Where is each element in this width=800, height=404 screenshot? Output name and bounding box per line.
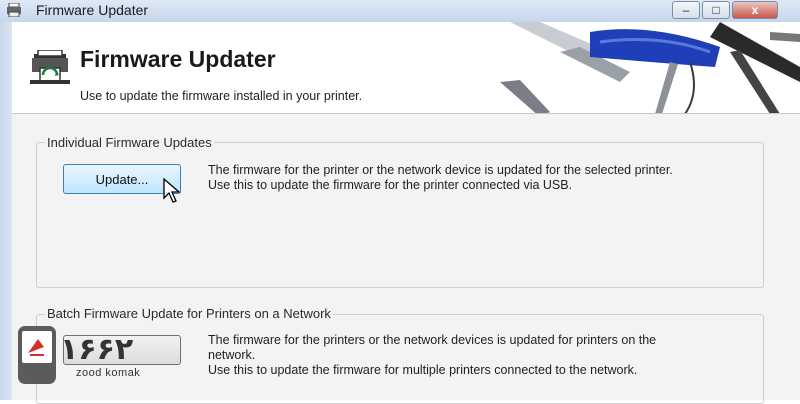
page-title: Firmware Updater — [80, 46, 276, 72]
window-titlebar: Firmware Updater – □ x — [0, 0, 800, 23]
description-line: The firmware for the printer or the netw… — [208, 163, 673, 177]
description-line: The firmware for the printers or the net… — [208, 333, 657, 347]
description-line: Use this to update the firmware for mult… — [208, 363, 638, 377]
mouse-pointer-icon — [163, 178, 181, 203]
page-subtitle: Use to update the firmware installed in … — [80, 89, 363, 103]
group-label-batch: Batch Firmware Update for Printers on a … — [45, 306, 333, 321]
watermark-digits: ۱۶۶۲ — [60, 332, 134, 367]
description-line: Use this to update the firmware for the … — [208, 178, 573, 192]
brand-watermark: ۱۶۶۲ zood komak — [18, 326, 198, 386]
close-button[interactable]: x — [732, 1, 778, 19]
window-frame-left — [0, 22, 12, 400]
printer-icon — [30, 50, 70, 84]
watermark-brand: zood komak — [76, 367, 141, 379]
minimize-button[interactable]: – — [672, 1, 700, 19]
multitool-illustration — [500, 22, 800, 114]
logo-mark-icon — [28, 339, 44, 356]
description-line: network. — [208, 348, 256, 362]
batch-description: The firmware for the printers or the net… — [208, 333, 768, 378]
window-title: Firmware Updater — [36, 2, 149, 18]
individual-description: The firmware for the printer or the netw… — [208, 163, 768, 193]
group-label-individual: Individual Firmware Updates — [45, 135, 214, 150]
phone-logo-icon — [18, 326, 56, 384]
printer-icon — [7, 3, 21, 17]
maximize-button[interactable]: □ — [702, 1, 730, 19]
